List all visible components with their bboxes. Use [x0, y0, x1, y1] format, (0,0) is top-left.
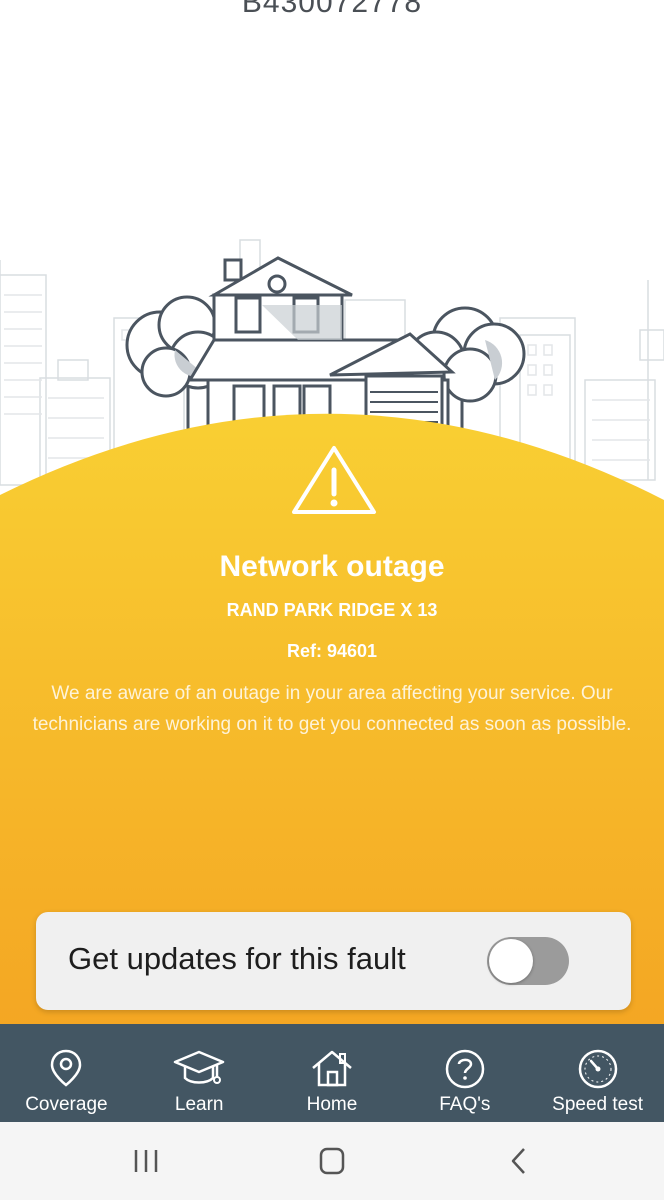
fault-updates-toggle[interactable] [487, 937, 569, 985]
system-navigation-bar [0, 1122, 664, 1200]
location-pin-icon [51, 1049, 82, 1087]
tab-label: Coverage [25, 1094, 108, 1115]
fault-updates-card: Get updates for this fault [36, 912, 631, 1010]
tab-label: Learn [174, 1094, 224, 1115]
back-icon[interactable] [500, 1146, 540, 1176]
recent-apps-icon[interactable] [126, 1146, 166, 1176]
tab-faqs[interactable]: FAQ's [398, 1024, 531, 1122]
tab-label: Home [306, 1094, 358, 1115]
house-icon [312, 1050, 352, 1087]
outage-reference: Ref: 94601 [286, 641, 378, 661]
warning-icon [292, 446, 376, 514]
tab-home[interactable]: Home [266, 1024, 399, 1122]
home-circle-icon[interactable] [312, 1146, 352, 1176]
tab-label: FAQ's [439, 1094, 491, 1115]
tab-speed-test[interactable]: Speed test [531, 1024, 664, 1122]
bottom-tab-bar: Coverage Learn Home FAQ's Speed test [0, 1024, 664, 1122]
tab-label: Speed test [552, 1094, 643, 1115]
question-icon [445, 1049, 485, 1089]
tab-learn[interactable]: Learn [133, 1024, 266, 1122]
fault-updates-label: Get updates for this fault [68, 941, 406, 976]
outage-area: RAND PARK RIDGE X 13 [226, 600, 438, 620]
outage-title: Network outage [219, 550, 445, 583]
graduation-cap-icon [173, 1050, 225, 1084]
tab-coverage[interactable]: Coverage [0, 1024, 133, 1122]
toggle-knob [489, 939, 533, 983]
outage-description: We are aware of an outage in your area a… [32, 683, 632, 735]
speedometer-icon [578, 1049, 617, 1089]
